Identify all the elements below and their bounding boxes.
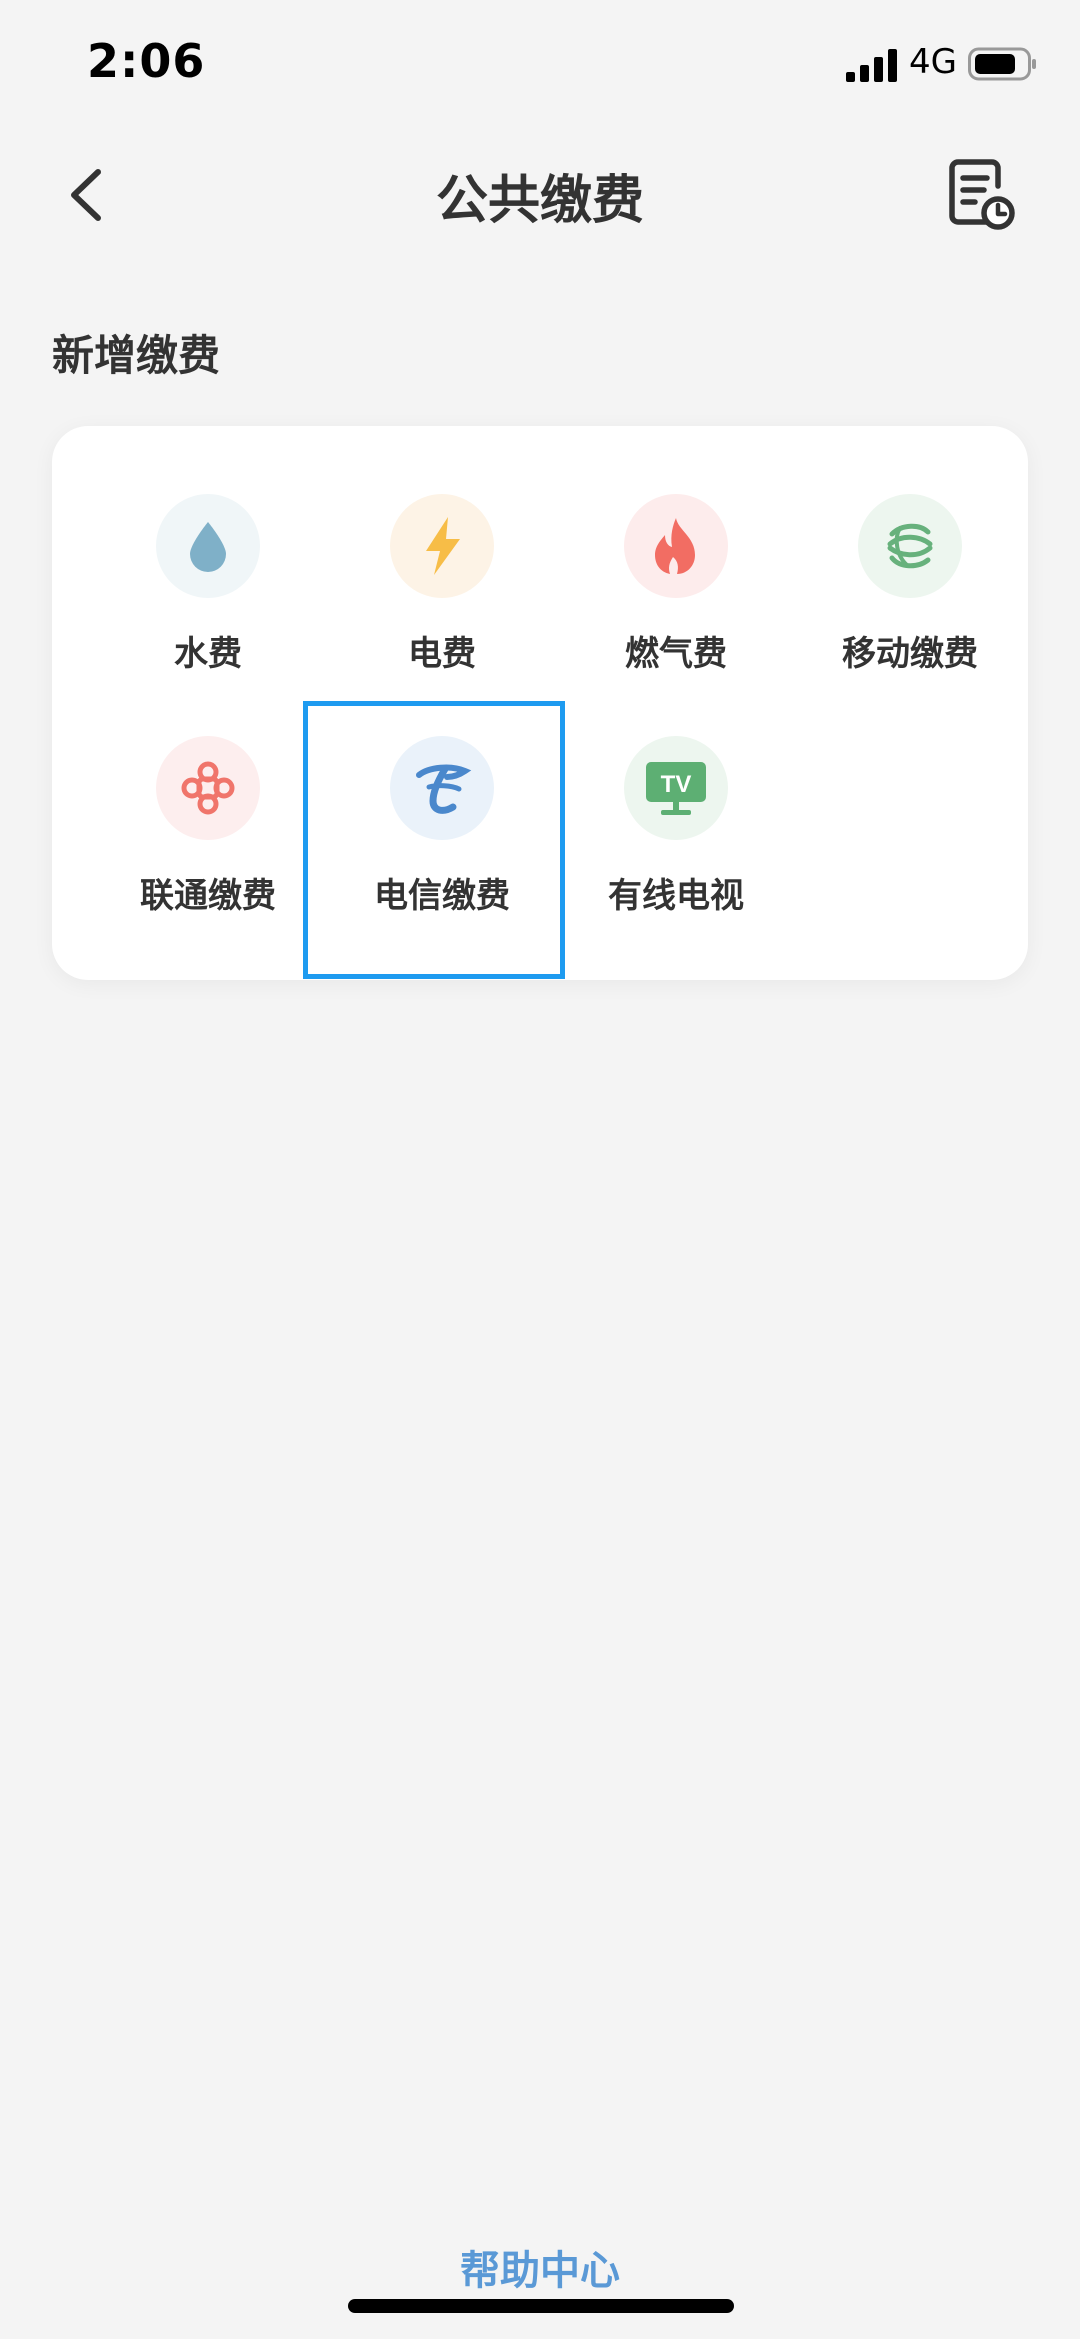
lightning-icon xyxy=(426,517,460,575)
china-unicom-icon xyxy=(181,761,235,815)
status-bar: 2:06 4G xyxy=(0,0,1080,130)
home-indicator[interactable] xyxy=(348,2299,734,2313)
svg-text:TV: TV xyxy=(661,771,692,798)
unicom-icon-bg xyxy=(156,736,260,840)
payment-item-mobile[interactable]: 移动缴费 xyxy=(792,426,1028,686)
payment-item-unicom[interactable]: 联通缴费 xyxy=(90,668,326,928)
status-time: 2:06 xyxy=(87,34,206,88)
cable-tv-icon-bg: TV xyxy=(624,736,728,840)
payment-item-cable-tv[interactable]: TV 有线电视 xyxy=(558,668,794,928)
payment-item-label: 联通缴费 xyxy=(140,876,276,916)
selection-highlight xyxy=(303,701,565,979)
gas-icon-bg xyxy=(624,494,728,598)
section-title-new-payment: 新增缴费 xyxy=(52,331,221,380)
signal-strength-icon xyxy=(846,49,897,82)
payment-item-label: 有线电视 xyxy=(608,876,744,916)
battery-icon xyxy=(968,47,1036,81)
payment-item-gas[interactable]: 燃气费 xyxy=(558,426,794,686)
page-title: 公共缴费 xyxy=(435,171,644,231)
payment-records-icon[interactable] xyxy=(946,156,1016,232)
flame-icon xyxy=(655,518,695,574)
navigation-bar: 公共缴费 xyxy=(0,130,1080,260)
payment-item-electricity[interactable]: 电费 xyxy=(324,426,560,686)
water-drop-icon xyxy=(190,522,226,572)
water-icon-bg xyxy=(156,494,260,598)
tv-icon: TV xyxy=(646,762,706,815)
mobile-icon-bg xyxy=(858,494,962,598)
electricity-icon-bg xyxy=(390,494,494,598)
help-center-link[interactable]: 帮助中心 xyxy=(0,2238,1080,2296)
network-type: 4G xyxy=(909,42,957,82)
china-mobile-icon xyxy=(887,523,933,569)
payment-item-label: 移动缴费 xyxy=(842,634,978,674)
payment-item-water[interactable]: 水费 xyxy=(90,426,326,686)
